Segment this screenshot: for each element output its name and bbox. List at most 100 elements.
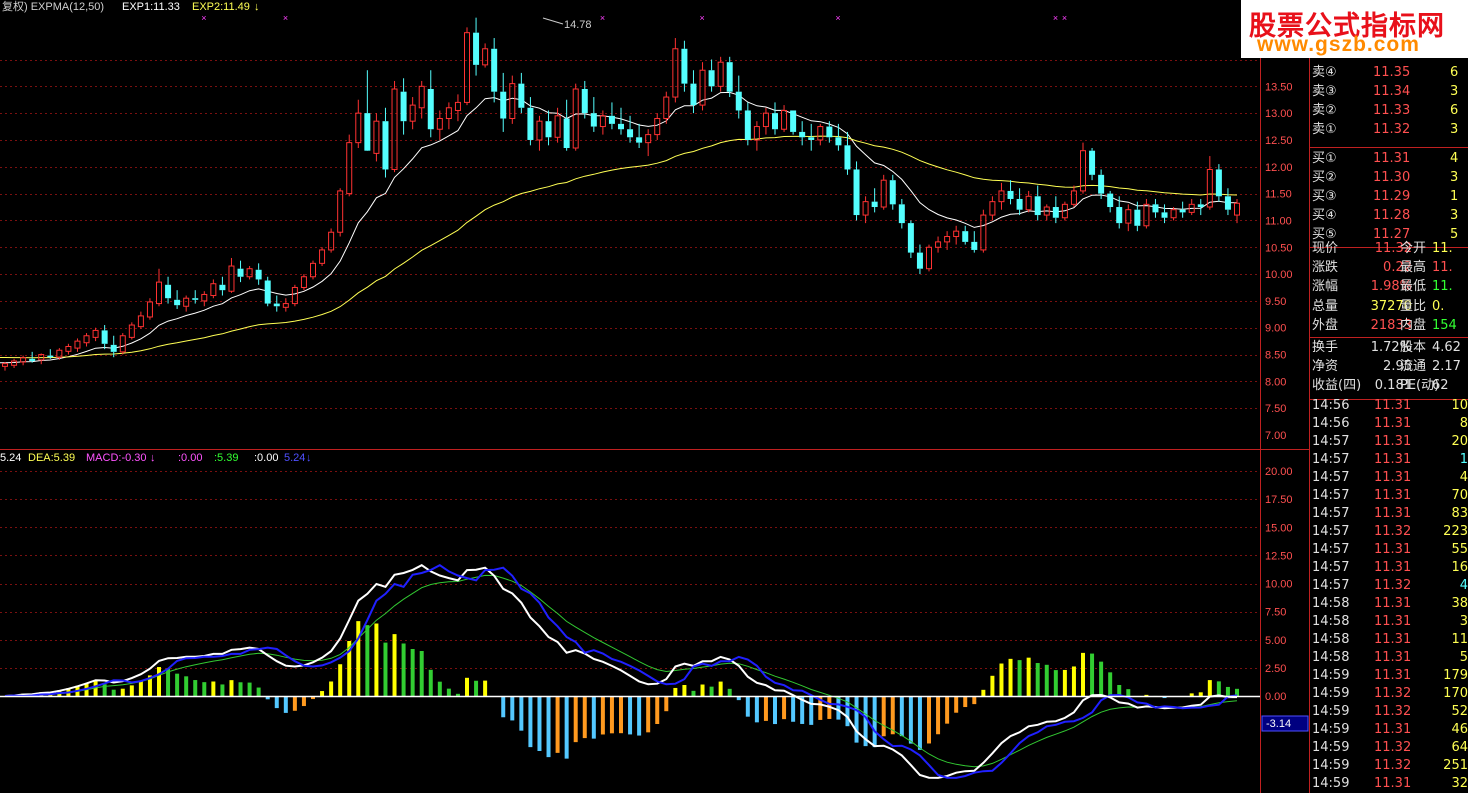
candle[interactable] bbox=[174, 290, 181, 309]
candle[interactable] bbox=[491, 38, 498, 103]
candle[interactable] bbox=[500, 72, 507, 132]
candle[interactable] bbox=[726, 56, 733, 98]
candle[interactable] bbox=[962, 225, 969, 245]
quote-row[interactable]: 净资 2.95 流通 2.17 bbox=[1310, 358, 1468, 376]
candle[interactable] bbox=[1043, 204, 1050, 221]
tick-row[interactable]: 14:59 11.31 32 bbox=[1310, 775, 1468, 793]
candle[interactable] bbox=[608, 102, 615, 130]
sell-order-row[interactable]: 卖④ 11.35 6 bbox=[1310, 64, 1468, 82]
candle[interactable] bbox=[717, 56, 724, 92]
candle[interactable] bbox=[1107, 190, 1114, 213]
candle[interactable] bbox=[744, 102, 751, 146]
tick-row[interactable]: 14:58 11.31 38 bbox=[1310, 595, 1468, 613]
candle[interactable] bbox=[391, 80, 398, 173]
candle[interactable] bbox=[817, 123, 824, 146]
tick-row[interactable]: 14:57 11.31 16 bbox=[1310, 559, 1468, 577]
sell-order-row[interactable]: 卖① 11.32 3 bbox=[1310, 121, 1468, 139]
candle[interactable] bbox=[636, 123, 643, 149]
candle[interactable] bbox=[509, 75, 516, 124]
tick-row[interactable]: 14:59 11.32 64 bbox=[1310, 739, 1468, 757]
macd-indicator[interactable] bbox=[4, 564, 1239, 779]
candle[interactable] bbox=[1179, 201, 1186, 218]
candle[interactable] bbox=[219, 276, 226, 296]
candle[interactable] bbox=[590, 97, 597, 132]
stock-chart[interactable]: × × × × × × × 13.5013.0012.5012.0011.5011.0010… bbox=[0, 0, 1468, 793]
candle[interactable] bbox=[119, 333, 126, 355]
candle[interactable] bbox=[772, 102, 778, 135]
candle[interactable] bbox=[165, 276, 172, 304]
candle[interactable] bbox=[255, 263, 262, 285]
candle[interactable] bbox=[228, 257, 235, 293]
tick-row[interactable]: 14:58 11.31 3 bbox=[1310, 613, 1468, 631]
candle[interactable] bbox=[1098, 169, 1105, 199]
candle[interactable] bbox=[427, 70, 434, 138]
candle[interactable] bbox=[382, 107, 389, 178]
candle[interactable] bbox=[654, 113, 661, 140]
tick-row[interactable]: 14:56 11.31 8 bbox=[1310, 415, 1468, 433]
candle[interactable] bbox=[781, 105, 788, 132]
candle[interactable] bbox=[898, 198, 905, 229]
candle[interactable] bbox=[790, 110, 797, 135]
quote-row[interactable]: 总量 37270 量比 0. bbox=[1310, 298, 1468, 316]
candle[interactable] bbox=[980, 209, 987, 253]
candle[interactable] bbox=[1089, 148, 1096, 181]
candle[interactable] bbox=[300, 274, 307, 291]
candle[interactable] bbox=[1215, 164, 1222, 202]
tick-row[interactable]: 14:57 11.31 4 bbox=[1310, 469, 1468, 487]
candle[interactable] bbox=[753, 121, 760, 151]
tick-row[interactable]: 14:57 11.31 1 bbox=[1310, 451, 1468, 469]
candle[interactable] bbox=[337, 188, 344, 237]
tick-row[interactable]: 14:59 11.31 179 bbox=[1310, 667, 1468, 685]
candle[interactable] bbox=[137, 311, 144, 329]
candle[interactable] bbox=[364, 70, 371, 151]
candle[interactable] bbox=[536, 115, 543, 151]
candle[interactable] bbox=[83, 333, 90, 347]
candle[interactable] bbox=[1224, 188, 1231, 216]
candle[interactable] bbox=[799, 121, 806, 146]
tick-row[interactable]: 14:58 11.31 5 bbox=[1310, 649, 1468, 667]
quote-row[interactable]: 涨跌 0.22 最高 11. bbox=[1310, 259, 1468, 277]
candle[interactable] bbox=[20, 355, 27, 366]
candle[interactable] bbox=[681, 40, 688, 92]
candle[interactable] bbox=[445, 102, 452, 130]
candle[interactable] bbox=[282, 298, 289, 312]
tick-row[interactable]: 14:57 11.31 20 bbox=[1310, 433, 1468, 451]
candle[interactable] bbox=[273, 295, 280, 312]
candle[interactable] bbox=[464, 27, 470, 106]
candle[interactable] bbox=[563, 99, 570, 151]
candle[interactable] bbox=[1188, 198, 1195, 216]
candle[interactable] bbox=[264, 276, 271, 307]
candle[interactable] bbox=[1152, 198, 1159, 218]
buy-order-row[interactable]: 买① 11.31 4 bbox=[1310, 150, 1468, 168]
candle[interactable] bbox=[880, 174, 887, 210]
tick-row[interactable]: 14:59 11.32 251 bbox=[1310, 757, 1468, 775]
candle[interactable] bbox=[907, 220, 914, 258]
tick-row[interactable]: 14:59 11.32 52 bbox=[1310, 703, 1468, 721]
candle[interactable] bbox=[618, 107, 624, 135]
candle[interactable] bbox=[708, 59, 715, 92]
candle[interactable] bbox=[246, 266, 253, 280]
tick-row[interactable]: 14:57 11.31 83 bbox=[1310, 505, 1468, 523]
candle[interactable] bbox=[418, 80, 425, 119]
candle[interactable] bbox=[373, 113, 380, 162]
candle[interactable] bbox=[11, 358, 18, 368]
sell-order-row[interactable]: 卖③ 11.34 3 bbox=[1310, 83, 1468, 101]
tick-row[interactable]: 14:59 11.31 46 bbox=[1310, 721, 1468, 739]
candle[interactable] bbox=[183, 295, 190, 312]
candle[interactable] bbox=[65, 343, 72, 355]
tick-row[interactable]: 14:56 11.31 10 bbox=[1310, 397, 1468, 415]
candle[interactable] bbox=[627, 115, 634, 143]
buy-order-row[interactable]: 买③ 11.29 1 bbox=[1310, 188, 1468, 206]
candle[interactable] bbox=[1070, 185, 1077, 208]
quote-row[interactable]: 涨幅 1.98% 最低 11. bbox=[1310, 278, 1468, 296]
tick-row[interactable]: 14:57 11.32 4 bbox=[1310, 577, 1468, 595]
candle[interactable] bbox=[889, 174, 896, 210]
buy-order-row[interactable]: 买② 11.30 3 bbox=[1310, 169, 1468, 187]
candle[interactable] bbox=[436, 110, 443, 140]
candle[interactable] bbox=[310, 260, 316, 280]
candle[interactable] bbox=[2, 362, 8, 371]
candle[interactable] bbox=[346, 134, 353, 197]
candle[interactable] bbox=[690, 70, 697, 114]
tick-row[interactable]: 14:57 11.31 55 bbox=[1310, 541, 1468, 559]
candle[interactable] bbox=[482, 43, 489, 68]
